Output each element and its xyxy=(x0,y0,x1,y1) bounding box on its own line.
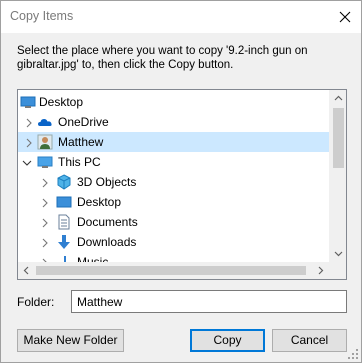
tree-item-label: Matthew xyxy=(58,135,104,149)
chevron-up-icon xyxy=(334,95,343,101)
user-icon xyxy=(37,134,53,150)
instruction-text: Select the place where you want to copy … xyxy=(17,45,308,71)
tree-item-label: 3D Objects xyxy=(77,175,137,189)
copy-items-dialog: Copy Items Select the place where you wa… xyxy=(0,0,362,363)
documents-icon xyxy=(56,214,72,230)
chevron-right-icon[interactable] xyxy=(24,137,34,148)
make-new-folder-button[interactable]: Make New Folder xyxy=(17,329,124,352)
vertical-scrollbar[interactable] xyxy=(329,90,346,262)
3d-objects-icon xyxy=(56,174,72,190)
folder-tree[interactable]: Desktop OneDrive Matthew This PC 3D Obje… xyxy=(17,89,347,280)
scroll-down-button[interactable] xyxy=(330,245,346,262)
chevron-right-icon[interactable] xyxy=(40,197,50,208)
tree-item-label: Desktop xyxy=(39,95,84,109)
desktop-icon xyxy=(56,194,72,210)
scroll-right-button[interactable] xyxy=(312,262,329,279)
chevron-left-icon xyxy=(23,266,29,275)
onedrive-icon xyxy=(37,114,53,130)
chevron-right-icon xyxy=(318,266,324,275)
tree-item-desktop-root[interactable]: Desktop xyxy=(18,92,329,112)
chevron-right-icon[interactable] xyxy=(40,237,50,248)
dialog-title: Copy Items xyxy=(10,9,74,23)
vertical-scroll-thumb[interactable] xyxy=(333,108,344,168)
folder-input[interactable] xyxy=(71,290,347,313)
this-pc-icon xyxy=(37,154,53,170)
tree-item-onedrive[interactable]: OneDrive xyxy=(18,112,329,132)
horizontal-scrollbar[interactable] xyxy=(18,262,329,279)
cancel-button[interactable]: Cancel xyxy=(272,329,347,352)
close-button[interactable] xyxy=(333,5,357,29)
folder-label: Folder: xyxy=(17,295,55,309)
desktop-icon xyxy=(20,94,36,110)
scroll-up-button[interactable] xyxy=(330,90,346,107)
chevron-right-icon[interactable] xyxy=(24,117,34,128)
title-bar[interactable]: Copy Items xyxy=(1,1,361,33)
tree-item-label: Downloads xyxy=(77,235,137,249)
tree-item-documents[interactable]: Documents xyxy=(18,212,329,232)
horizontal-scroll-thumb[interactable] xyxy=(36,266,306,275)
downloads-icon xyxy=(56,234,72,250)
tree-item-label: Desktop xyxy=(77,195,122,209)
chevron-right-icon[interactable] xyxy=(40,177,50,188)
tree-item-label: Documents xyxy=(77,215,138,229)
tree-item-3d-objects[interactable]: 3D Objects xyxy=(18,172,329,192)
close-icon xyxy=(339,11,351,23)
scrollbar-corner xyxy=(329,262,346,279)
tree-item-label: OneDrive xyxy=(58,115,109,129)
chevron-down-icon xyxy=(334,251,343,257)
tree-item-this-pc[interactable]: This PC xyxy=(18,152,329,172)
tree-item-matthew[interactable]: Matthew xyxy=(18,132,329,152)
tree-item-label: This PC xyxy=(58,155,101,169)
scroll-left-button[interactable] xyxy=(18,262,35,279)
tree-item-desktop[interactable]: Desktop xyxy=(18,192,329,212)
copy-button[interactable]: Copy xyxy=(190,329,265,352)
chevron-right-icon[interactable] xyxy=(40,217,50,228)
tree-item-downloads[interactable]: Downloads xyxy=(18,232,329,252)
resize-grip-icon[interactable] xyxy=(347,348,359,360)
chevron-down-icon[interactable] xyxy=(22,157,32,167)
